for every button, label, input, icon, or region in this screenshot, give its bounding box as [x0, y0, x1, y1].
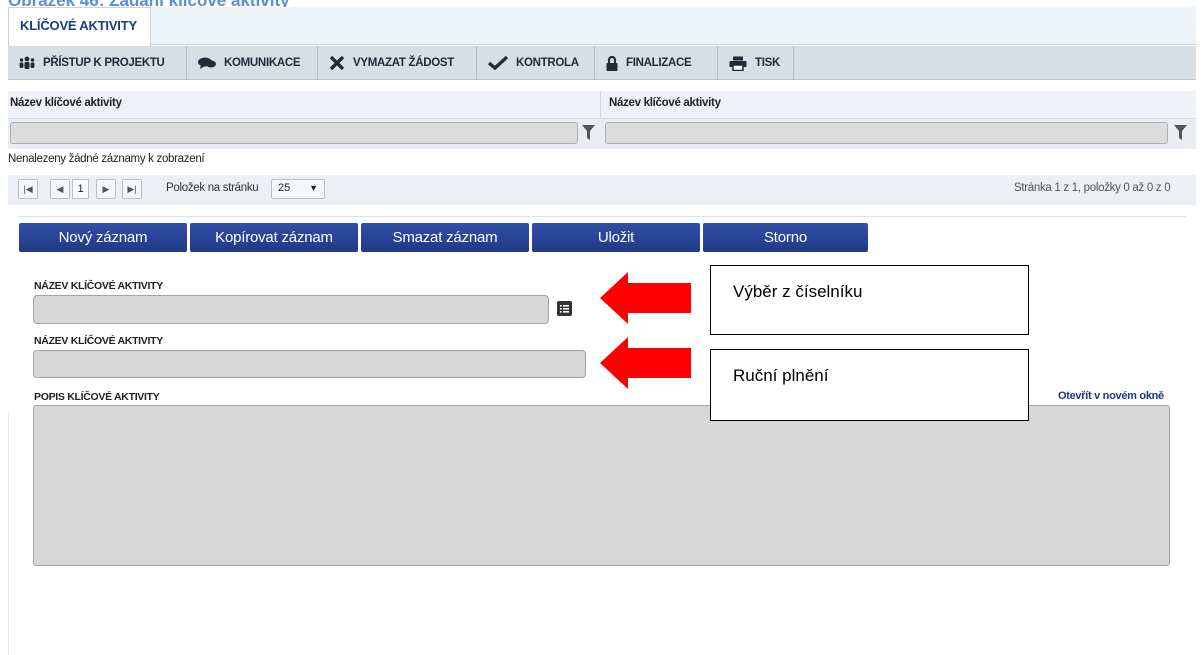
- print-button[interactable]: TISK: [718, 46, 794, 80]
- copy-record-button[interactable]: Kopírovat záznam: [190, 223, 358, 252]
- chat-icon: [198, 57, 216, 69]
- activity-name-manual-field[interactable]: [33, 350, 586, 378]
- tab-bar: [8, 7, 1196, 45]
- divider: [18, 216, 1186, 217]
- last-page-button[interactable]: ▶|: [122, 179, 142, 199]
- activity-description-label: POPIS KLÍČOVÉ AKTIVITY: [34, 391, 160, 403]
- people-icon: [19, 56, 35, 69]
- project-access-label: PŘÍSTUP K PROJEKTU: [43, 57, 165, 69]
- filter-icon[interactable]: [1174, 125, 1187, 140]
- next-page-icon: ▶: [102, 183, 110, 194]
- current-page[interactable]: 1: [72, 179, 89, 199]
- first-page-button[interactable]: |◀: [18, 179, 38, 199]
- check-label: KONTROLA: [516, 57, 579, 69]
- communication-button[interactable]: KOMUNIKACE: [187, 46, 318, 80]
- tab-key-activities[interactable]: KLÍČOVÉ AKTIVITY: [8, 7, 151, 46]
- per-page-value: 25: [278, 182, 291, 194]
- activity-name-select-field[interactable]: [33, 295, 549, 324]
- callout-codebook-selection: Výběr z číselníku: [710, 265, 1029, 335]
- finalize-label: FINALIZACE: [626, 57, 692, 69]
- empty-records-message: Nenalezeny žádné záznamy k zobrazení: [8, 153, 205, 165]
- per-page-label: Položek na stránku: [166, 182, 259, 194]
- callout-manual-entry: Ruční plnění: [710, 349, 1029, 421]
- grid-header: [8, 91, 1196, 119]
- next-page-button[interactable]: ▶: [96, 179, 116, 199]
- red-arrow-2: [600, 337, 691, 389]
- panel-left-border: [8, 412, 9, 655]
- finalize-button[interactable]: FINALIZACE: [595, 46, 718, 80]
- column-header-1[interactable]: Název klíčové aktivity: [10, 97, 122, 109]
- activity-description-textarea[interactable]: [33, 405, 1170, 566]
- column-header-2[interactable]: Název klíčové aktivity: [609, 97, 721, 109]
- last-page-icon: ▶|: [127, 183, 137, 194]
- red-arrow-1: [600, 272, 691, 324]
- activity-name-label-1: NÁZEV KLÍČOVÉ AKTIVITY: [34, 280, 163, 292]
- save-button[interactable]: Uložit: [532, 223, 700, 252]
- communication-label: KOMUNIKACE: [224, 57, 301, 69]
- print-label: TISK: [755, 57, 780, 69]
- filter-input-2[interactable]: [605, 122, 1168, 144]
- delete-record-button[interactable]: Smazat záznam: [361, 223, 529, 252]
- per-page-select[interactable]: 25 ▼: [271, 179, 325, 199]
- delete-application-label: VYMAZAT ŽÁDOST: [353, 57, 454, 69]
- delete-application-button[interactable]: VYMAZAT ŽÁDOST: [318, 46, 477, 80]
- filter-icon[interactable]: [582, 125, 595, 140]
- prev-page-button[interactable]: ◀: [50, 179, 70, 199]
- cancel-button[interactable]: Storno: [703, 223, 868, 252]
- open-new-window-link[interactable]: Otevřít v novém okně: [1058, 390, 1164, 402]
- check-button[interactable]: KONTROLA: [477, 46, 595, 80]
- project-access-button[interactable]: PŘÍSTUP K PROJEKTU: [8, 46, 187, 80]
- list-icon[interactable]: [557, 301, 572, 316]
- activity-name-label-2: NÁZEV KLÍČOVÉ AKTIVITY: [34, 335, 163, 347]
- chevron-down-icon: ▼: [309, 183, 318, 193]
- printer-icon: [729, 56, 747, 71]
- lock-icon: [606, 55, 618, 71]
- check-icon: [488, 56, 508, 70]
- filter-input-1[interactable]: [10, 122, 578, 144]
- x-icon: [329, 56, 345, 70]
- prev-page-icon: ◀: [56, 183, 64, 194]
- pager-info: Stránka 1 z 1, položky 0 až 0 z 0: [1014, 182, 1171, 194]
- new-record-button[interactable]: Nový záznam: [19, 223, 187, 252]
- first-page-icon: |◀: [23, 183, 33, 194]
